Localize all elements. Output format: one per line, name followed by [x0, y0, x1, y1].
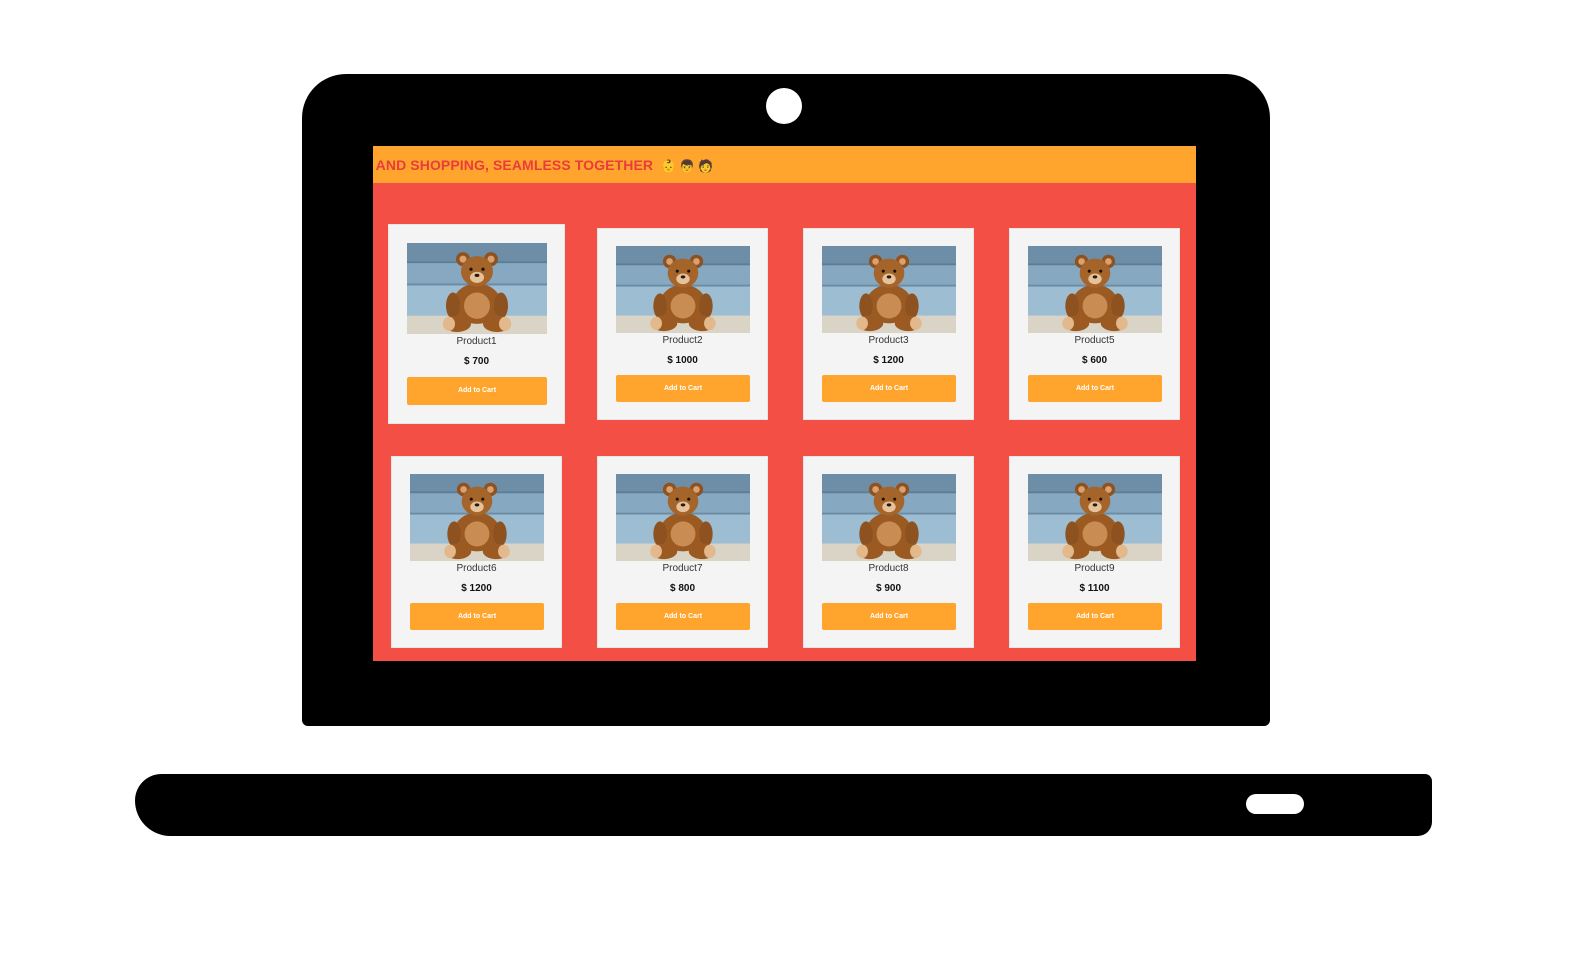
banner-text: NG AND SHOPPING, SEAMLESS TOGETHER: [373, 157, 654, 173]
product-name: Product9: [1074, 563, 1115, 574]
product-name: Product7: [662, 563, 703, 574]
add-to-cart-button[interactable]: Add to Cart: [407, 377, 547, 405]
teddy-bear-image: [822, 246, 956, 333]
product-name: Product3: [868, 335, 909, 346]
product-name: Product8: [868, 563, 909, 574]
product-price: $ 1200: [873, 355, 904, 366]
add-to-cart-button[interactable]: Add to Cart: [822, 375, 956, 402]
product-card: Product9 $ 1100 Add to Cart: [1009, 456, 1180, 648]
product-card: Product1 $ 700 Add to Cart: [388, 224, 565, 424]
add-to-cart-button[interactable]: Add to Cart: [410, 603, 544, 630]
product-card: Product8 $ 900 Add to Cart: [803, 456, 974, 648]
product-card: Product3 $ 1200 Add to Cart: [803, 228, 974, 420]
marquee-banner: NG AND SHOPPING, SEAMLESS TOGETHER 👶 👦 🧑: [373, 146, 1196, 183]
product-price: $ 1200: [461, 583, 492, 594]
add-to-cart-button[interactable]: Add to Cart: [616, 603, 750, 630]
add-to-cart-button[interactable]: Add to Cart: [822, 603, 956, 630]
laptop-base: [135, 774, 1432, 836]
webcam-icon: [766, 88, 802, 124]
trackpad-icon: [1246, 794, 1304, 814]
product-name: Product1: [456, 336, 497, 347]
add-to-cart-button[interactable]: Add to Cart: [1028, 375, 1162, 402]
product-card: Product5 $ 600 Add to Cart: [1009, 228, 1180, 420]
teddy-bear-image: [1028, 246, 1162, 333]
product-price: $ 900: [875, 583, 902, 594]
add-to-cart-button[interactable]: Add to Cart: [616, 375, 750, 402]
product-price: $ 700: [463, 356, 490, 367]
product-name: Product6: [456, 563, 497, 574]
banner-emoji: 👶 👦 🧑: [661, 159, 714, 173]
product-card: Product6 $ 1200 Add to Cart: [391, 456, 562, 648]
product-price: $ 1000: [667, 355, 698, 366]
product-card: Product7 $ 800 Add to Cart: [597, 456, 768, 648]
add-to-cart-button[interactable]: Add to Cart: [1028, 603, 1162, 630]
product-name: Product5: [1074, 335, 1115, 346]
teddy-bear-image: [822, 474, 956, 561]
product-name: Product2: [662, 335, 703, 346]
teddy-bear-image: [410, 474, 544, 561]
product-price: $ 1100: [1079, 583, 1110, 594]
product-price: $ 800: [669, 583, 696, 594]
teddy-bear-image: [1028, 474, 1162, 561]
teddy-bear-image: [407, 243, 547, 334]
banner-text-line: NG AND SHOPPING, SEAMLESS TOGETHER 👶 👦 🧑: [373, 157, 713, 173]
teddy-bear-image: [616, 474, 750, 561]
laptop-screen: NG AND SHOPPING, SEAMLESS TOGETHER 👶 👦 🧑…: [373, 146, 1196, 661]
teddy-bear-image: [616, 246, 750, 333]
product-card: Product2 $ 1000 Add to Cart: [597, 228, 768, 420]
laptop-mockup: NG AND SHOPPING, SEAMLESS TOGETHER 👶 👦 🧑…: [0, 0, 1587, 960]
product-price: $ 600: [1081, 355, 1108, 366]
